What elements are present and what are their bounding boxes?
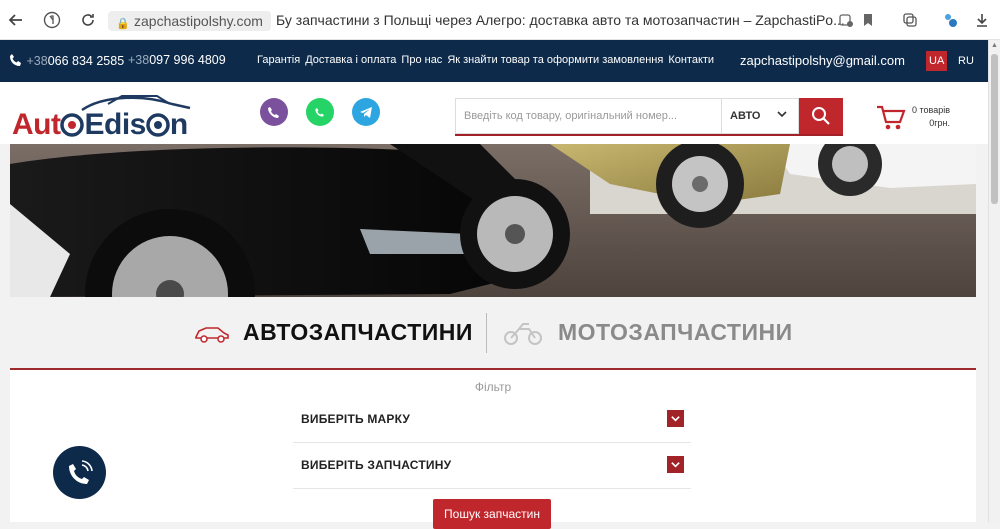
logo-text-2: Edis [84,108,146,141]
phone-2[interactable]: +38097 996 4809 [128,53,226,67]
tab-divider [486,313,487,353]
category-tabs: АВТОЗАПЧАСТИНИ МОТОЗАПЧАСТИНИ [10,297,976,369]
lang-ru-button[interactable]: RU [955,51,977,71]
reload-icon[interactable] [78,10,98,30]
url-text: zapchastipolshy.com [134,13,263,29]
logo-wheel-icon-2 [146,113,170,137]
collections-icon[interactable] [900,10,920,30]
hero-banner [10,144,976,297]
phone-icon [10,54,21,66]
chevron-down-icon [667,456,684,473]
page-scrollbar[interactable]: ▲ [988,40,1000,522]
search-input[interactable]: Введіть код товару, оригінальний номер..… [455,98,721,134]
page-title: Бу запчастини з Польщі через Алегро: дос… [276,12,845,28]
browser-toolbar: 🔒 zapchastipolshy.com Бу запчастини з По… [0,0,1000,40]
category-select[interactable]: АВТО [721,98,799,134]
download-icon[interactable] [972,10,992,30]
nav-about[interactable]: Про нас [401,54,442,66]
phone-1[interactable]: +38066 834 2585 [9,53,124,68]
lock-icon: 🔒 [116,18,130,30]
tab-auto-parts[interactable]: АВТОЗАПЧАСТИНИ [243,319,473,346]
bookmark-icon[interactable] [858,10,878,30]
nav-guarantee[interactable]: Гарантія [257,54,300,66]
search-parts-button[interactable]: Пошук запчастин [433,499,551,529]
filter-title: Фільтр [474,380,512,394]
scrollbar-thumb[interactable] [991,54,998,204]
search-icon [812,107,830,125]
chevron-down-icon [776,108,788,123]
scroll-up-icon[interactable]: ▲ [991,42,998,49]
viber-icon[interactable] [260,98,288,126]
top-info-bar: +38066 834 2585 +38097 996 4809 Гарантія… [0,40,988,82]
cars-banner-image [10,144,976,297]
yandex-icon[interactable] [42,10,62,30]
nav-how-to-order[interactable]: Як знайти товар та оформити замовлення [447,54,663,66]
brand-select[interactable]: ВИБЕРІТЬ МАРКУ [293,397,691,443]
nav-contacts[interactable]: Контакти [668,54,714,66]
call-button[interactable] [53,446,106,499]
nav-delivery[interactable]: Доставка і оплата [305,54,396,66]
cart-widget[interactable]: 0 товарів 0грн. [876,100,976,136]
logo-wheel-icon [60,113,85,137]
site-header: Aut Edis n Введіть код товару, оригінальни… [0,82,988,144]
car-icon [195,327,229,343]
top-nav: Гарантія Доставка і оплата Про нас Як зн… [257,54,714,66]
cart-count: 0 товарів [912,105,951,115]
cart-sum: 0грн. [929,118,951,128]
call-icon [68,459,93,484]
category-select-value: АВТО [730,110,761,122]
logo-text-3: n [169,108,188,141]
filter-panel: Фільтр ВИБЕРІТЬ МАРКУ ВИБЕРІТЬ ЗАПЧАСТИН… [10,370,976,529]
chevron-down-icon [667,410,684,427]
extension-icon[interactable] [940,10,960,30]
motorcycle-icon [504,323,542,345]
address-bar[interactable]: 🔒 zapchastipolshy.com [108,11,271,31]
arrow-left-icon[interactable] [6,10,26,30]
brand-select-label: ВИБЕРІТЬ МАРКУ [301,412,411,426]
part-select[interactable]: ВИБЕРІТЬ ЗАПЧАСТИНУ [293,443,691,489]
lang-ua-button[interactable]: UA [926,51,948,71]
site-logo[interactable]: Aut Edis n [12,92,202,141]
search-button[interactable] [799,98,843,134]
reader-icon[interactable] [836,10,856,30]
telegram-icon[interactable] [352,98,380,126]
email-link[interactable]: zapchastipolshy@gmail.com [740,53,905,68]
search-bar: Введіть код товару, оригінальний номер..… [455,98,843,136]
cart-icon [877,105,906,130]
tab-moto-parts[interactable]: МОТОЗАПЧАСТИНИ [558,319,793,346]
logo-text-1: Aut [12,108,61,141]
part-select-label: ВИБЕРІТЬ ЗАПЧАСТИНУ [301,458,452,472]
whatsapp-icon[interactable] [306,98,334,126]
